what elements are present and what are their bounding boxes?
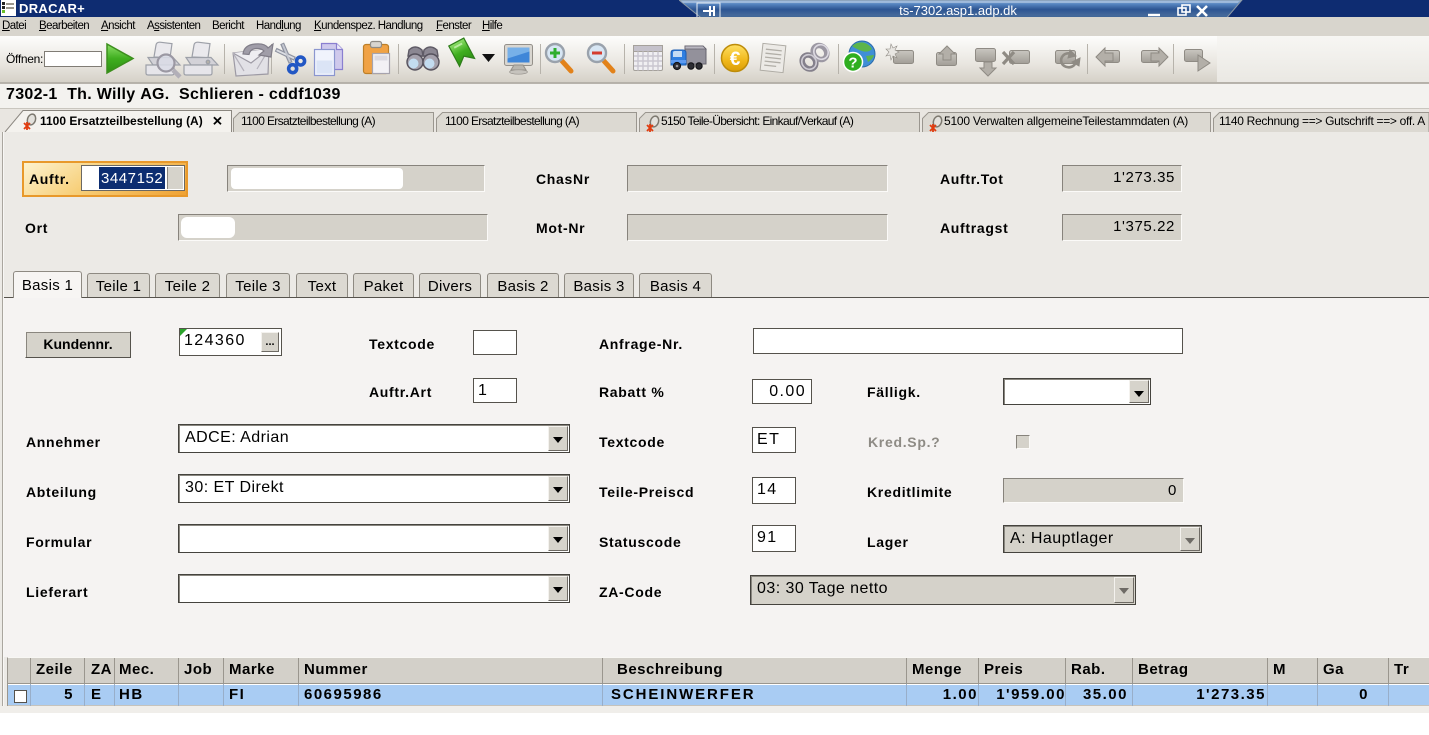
svg-text:?: ? [848,55,857,72]
svg-text:€: € [730,49,741,70]
svg-text:1100 Ersatzteilbestellung (A): 1100 Ersatzteilbestellung (A) [445,114,580,128]
svg-text:Öffnen:: Öffnen: [6,52,43,66]
svg-text:1100 Ersatzteilbestellung (A): 1100 Ersatzteilbestellung (A) [40,114,203,128]
svg-text:1140 Rechnung ==> Gutschrift =: 1140 Rechnung ==> Gutschrift ==> off. A [1219,114,1425,128]
svg-text:ts-7302.asp1.adp.dk: ts-7302.asp1.adp.dk [899,3,1017,18]
svg-text:1100 Ersatzteilbestellung (A): 1100 Ersatzteilbestellung (A) [241,114,376,128]
svg-text:✕: ✕ [212,114,223,129]
svg-text:5100 Verwalten allgemeineTeile: 5100 Verwalten allgemeineTeilestammdaten… [944,114,1188,128]
svg-text:5150 Teile-Übersicht: Einkauf/: 5150 Teile-Übersicht: Einkauf/Verkauf (A… [661,114,854,128]
